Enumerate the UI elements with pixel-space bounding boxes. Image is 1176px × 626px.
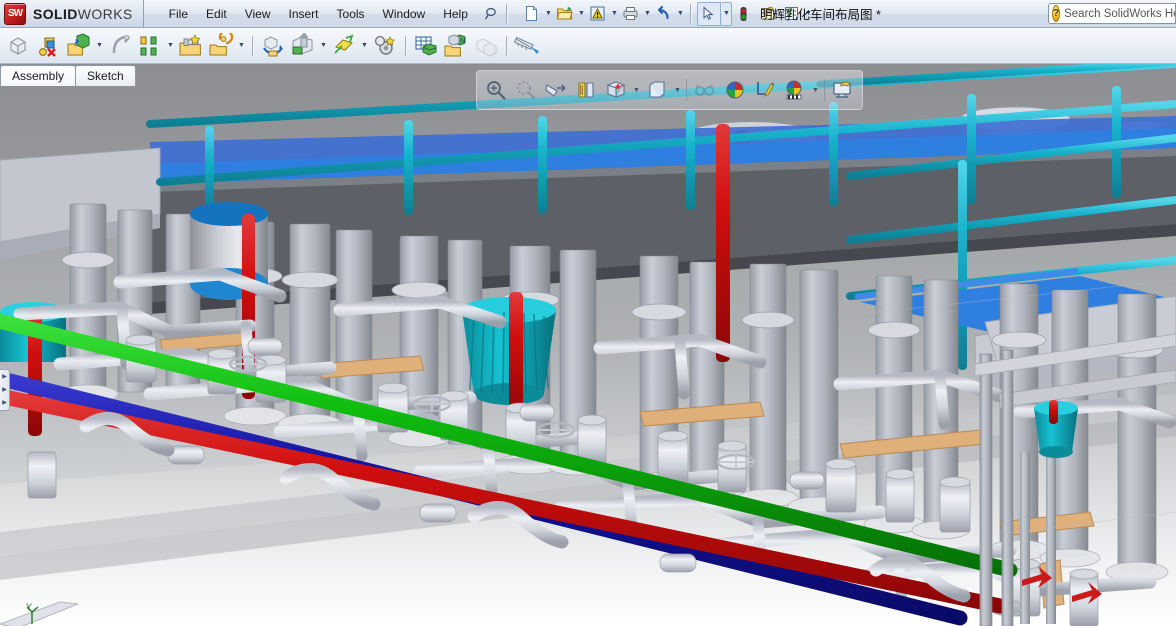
open-document-icon[interactable] <box>554 3 576 25</box>
heads-up-separator-1 <box>686 79 687 101</box>
menu-insert[interactable]: Insert <box>280 3 328 25</box>
graphics-viewport[interactable]: ▶ ▶ ▶ ▼ ▼ ▼ Y <box>0 64 1176 626</box>
apply-scene-icon[interactable] <box>720 74 750 106</box>
solidworks-wordmark: SOLIDWORKS <box>33 5 133 22</box>
rebuild-status-icon[interactable] <box>733 3 755 25</box>
pushpin-icon[interactable] <box>483 5 501 23</box>
menu-window[interactable]: Window <box>374 3 435 25</box>
coordinate-triad: Y <box>24 602 58 626</box>
smart-fasteners-icon[interactable] <box>176 30 206 62</box>
featuremanager-expand-handle[interactable]: ▶ ▶ ▶ <box>0 369 10 411</box>
tab-sketch[interactable]: Sketch <box>75 65 136 86</box>
photoview-render-icon[interactable] <box>828 74 858 106</box>
heads-up-view-toolbar: ▼ ▼ ▼ <box>476 70 863 110</box>
zoom-to-fit-icon[interactable] <box>481 74 511 106</box>
menu-items: File Edit View Insert Tools Window Help <box>160 0 501 27</box>
view-orientation-sketch-icon[interactable] <box>750 74 780 106</box>
measure-icon[interactable] <box>512 30 542 62</box>
solidworks-window: SW SOLIDWORKS File Edit View Insert Tool… <box>0 0 1176 626</box>
mate-icon[interactable] <box>105 30 135 62</box>
undo-icon[interactable] <box>653 3 675 25</box>
cmd-separator-1 <box>252 35 253 56</box>
exploded-view-icon[interactable]: N <box>441 30 471 62</box>
section-view-icon[interactable] <box>541 74 571 106</box>
new-part-icon[interactable] <box>64 30 94 62</box>
move-component-icon[interactable] <box>206 30 236 62</box>
menu-separator <box>505 3 507 24</box>
chevron-right-icon-3: ▶ <box>2 400 7 407</box>
search-solidworks-help[interactable]: ? Search SolidWorks He <box>1048 3 1176 24</box>
display-style-icon[interactable] <box>601 74 631 106</box>
quick-access-separator <box>689 3 691 24</box>
print-caret-icon[interactable]: ▼ <box>643 3 652 25</box>
command-manager-toolbar: ▼ ▼ ▼ ▼ ▼ N <box>0 28 1176 64</box>
view-setting-glasses-icon[interactable] <box>690 74 720 106</box>
cmd-separator-3 <box>506 35 507 56</box>
view-orientation-icon[interactable] <box>571 74 601 106</box>
insert-components-icon[interactable] <box>34 30 64 62</box>
solidworks-cube-icon: SW <box>4 2 26 25</box>
assembly-features-caret-icon[interactable]: ▼ <box>318 30 329 62</box>
triad-y-label: Y <box>26 602 33 612</box>
select-caret-icon[interactable]: ▼ <box>721 1 732 26</box>
menu-help[interactable]: Help <box>434 3 477 25</box>
cmd-separator-2 <box>405 35 406 56</box>
edit-component-icon[interactable] <box>4 30 34 62</box>
chevron-right-icon-2: ▶ <box>2 386 7 393</box>
rebuild-warning-icon[interactable] <box>587 3 609 25</box>
svg-text:N: N <box>460 38 465 45</box>
command-tabs: Assembly Sketch <box>0 64 136 86</box>
reference-geometry-icon[interactable] <box>329 30 359 62</box>
assembly-features-icon[interactable] <box>288 30 318 62</box>
display-style-caret-icon[interactable]: ▼ <box>631 74 642 106</box>
search-placeholder: Search SolidWorks He <box>1064 7 1176 20</box>
solidworks-logo[interactable]: SW SOLIDWORKS <box>0 0 144 27</box>
heads-up-separator-2 <box>824 79 825 101</box>
menu-tools[interactable]: Tools <box>328 3 374 25</box>
reference-geometry-caret-icon[interactable]: ▼ <box>359 30 370 62</box>
menu-edit[interactable]: Edit <box>197 3 236 25</box>
show-hidden-components-icon[interactable] <box>258 30 288 62</box>
bill-of-materials-icon[interactable] <box>411 30 441 62</box>
new-part-caret-icon[interactable]: ▼ <box>94 30 105 62</box>
undo-caret-icon[interactable]: ▼ <box>676 3 685 25</box>
menu-bar: SW SOLIDWORKS File Edit View Insert Tool… <box>0 0 1176 28</box>
help-search-icon: ? <box>1052 5 1061 22</box>
zoom-to-area-icon[interactable] <box>511 74 541 106</box>
appearance-sphere-icon[interactable] <box>780 74 810 106</box>
assembly-3d-scene <box>0 64 1176 626</box>
menu-view[interactable]: View <box>236 3 280 25</box>
document-title: 明辉乳化车间布局图 * <box>760 8 881 22</box>
rebuild-caret-icon[interactable]: ▼ <box>610 3 619 25</box>
interference-detection-icon[interactable] <box>471 30 501 62</box>
linear-pattern-caret-icon[interactable]: ▼ <box>165 30 176 62</box>
new-motion-study-icon[interactable] <box>370 30 400 62</box>
move-component-caret-icon[interactable]: ▼ <box>236 30 247 62</box>
new-document-caret-icon[interactable]: ▼ <box>544 3 553 25</box>
print-icon[interactable] <box>620 3 642 25</box>
select-pointer-icon[interactable] <box>696 1 721 26</box>
hide-show-caret-icon[interactable]: ▼ <box>672 74 683 106</box>
open-document-caret-icon[interactable]: ▼ <box>577 3 586 25</box>
chevron-right-icon-1: ▶ <box>2 373 7 380</box>
tab-assembly[interactable]: Assembly <box>0 65 77 86</box>
appearance-caret-icon[interactable]: ▼ <box>810 74 821 106</box>
hide-show-items-icon[interactable] <box>642 74 672 106</box>
linear-component-pattern-icon[interactable] <box>135 30 165 62</box>
menu-file[interactable]: File <box>160 3 197 25</box>
new-document-icon[interactable] <box>521 3 543 25</box>
